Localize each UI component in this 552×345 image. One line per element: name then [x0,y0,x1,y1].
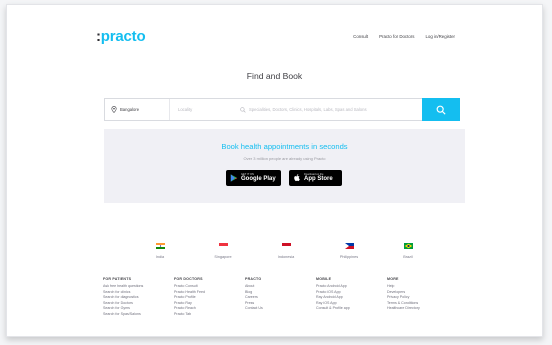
location-pin-icon [111,106,117,113]
country-name: Singapore [214,255,232,259]
search-icon [240,106,246,113]
footer-link[interactable]: Practo Tab [174,312,245,318]
practo-logo[interactable]: :practo [96,28,146,45]
country-name: Brazil [403,255,413,259]
search-input[interactable]: Specialities, Doctors, Clinics, Hospital… [231,99,422,120]
country-philippines[interactable]: Philippines [329,243,369,259]
footer-column-mobile: MOBILE Practo Android App Practo iOS App… [316,277,387,317]
app-store-button[interactable]: Download on the App Store [289,170,342,186]
search-placeholder: Specialities, Doctors, Clinics, Hospital… [249,107,367,112]
footer-column-practo: PRACTO About Blog Careers Press Contact … [245,277,316,317]
footer-heading: FOR PATIENTS [103,277,132,281]
search-bar: Bangalore Locality Specialities, Doctors… [104,98,460,121]
nav-consult[interactable]: Consult [353,34,368,39]
footer-heading: MORE [387,277,399,281]
footer-column-doctors: FOR DOCTORS Practo Consult Practo Health… [174,277,245,317]
footer-column-patients: FOR PATIENTS Ask free health questions S… [103,277,174,317]
footer-heading: FOR DOCTORS [174,277,203,281]
banner-title: Book health appointments in seconds [221,142,348,151]
app-store-label: App Store [304,176,333,183]
banner-subtitle: Over 3 million people are already using … [243,156,326,161]
indonesia-flag-icon [281,243,291,249]
location-value: Bangalore [120,107,140,112]
brazil-flag-icon [403,243,413,249]
top-nav: Consult Practo for Doctors Log in/Regist… [353,34,455,39]
country-brazil[interactable]: Brazil [388,243,428,259]
country-name: India [155,255,165,259]
app-promo-banner: Book health appointments in seconds Over… [104,129,465,203]
google-play-icon [230,174,238,182]
philippines-flag-icon [344,243,354,249]
locality-input[interactable]: Locality [169,99,231,120]
country-name: Philippines [339,255,359,259]
footer-column-more: MORE Help Developers Privacy Policy Term… [387,277,458,317]
browser-page: :practo Consult Practo for Doctors Log i… [6,4,543,337]
search-icon [436,105,446,115]
footer-heading: MOBILE [316,277,332,281]
google-play-button[interactable]: GET IT ON Google Play [226,170,281,186]
hero-title: Find and Book [246,71,303,81]
nav-practo-for-doctors[interactable]: Practo for Doctors [379,34,414,39]
country-india[interactable]: India [140,243,180,259]
footer-link[interactable]: Contact Us [245,306,316,312]
singapore-flag-icon [218,243,228,249]
google-play-label: Google Play [241,176,276,183]
apple-icon [294,174,300,182]
location-select[interactable]: Bangalore [105,99,169,120]
footer-link[interactable]: Healthcare Directory [387,306,458,312]
country-name: Indonesia [277,255,295,259]
footer-heading: PRACTO [245,277,262,281]
india-flag-icon [155,243,165,249]
footer-link[interactable]: Consult & Profile app [316,306,387,312]
search-button[interactable] [422,98,460,121]
locality-placeholder: Locality [178,107,193,112]
footer-link[interactable]: Search for Spas/Salons [103,312,174,318]
country-singapore[interactable]: Singapore [203,243,243,259]
country-indonesia[interactable]: Indonesia [266,243,306,259]
nav-login-register[interactable]: Log in/Register [425,34,455,39]
footer-links: FOR PATIENTS Ask free health questions S… [103,277,458,317]
